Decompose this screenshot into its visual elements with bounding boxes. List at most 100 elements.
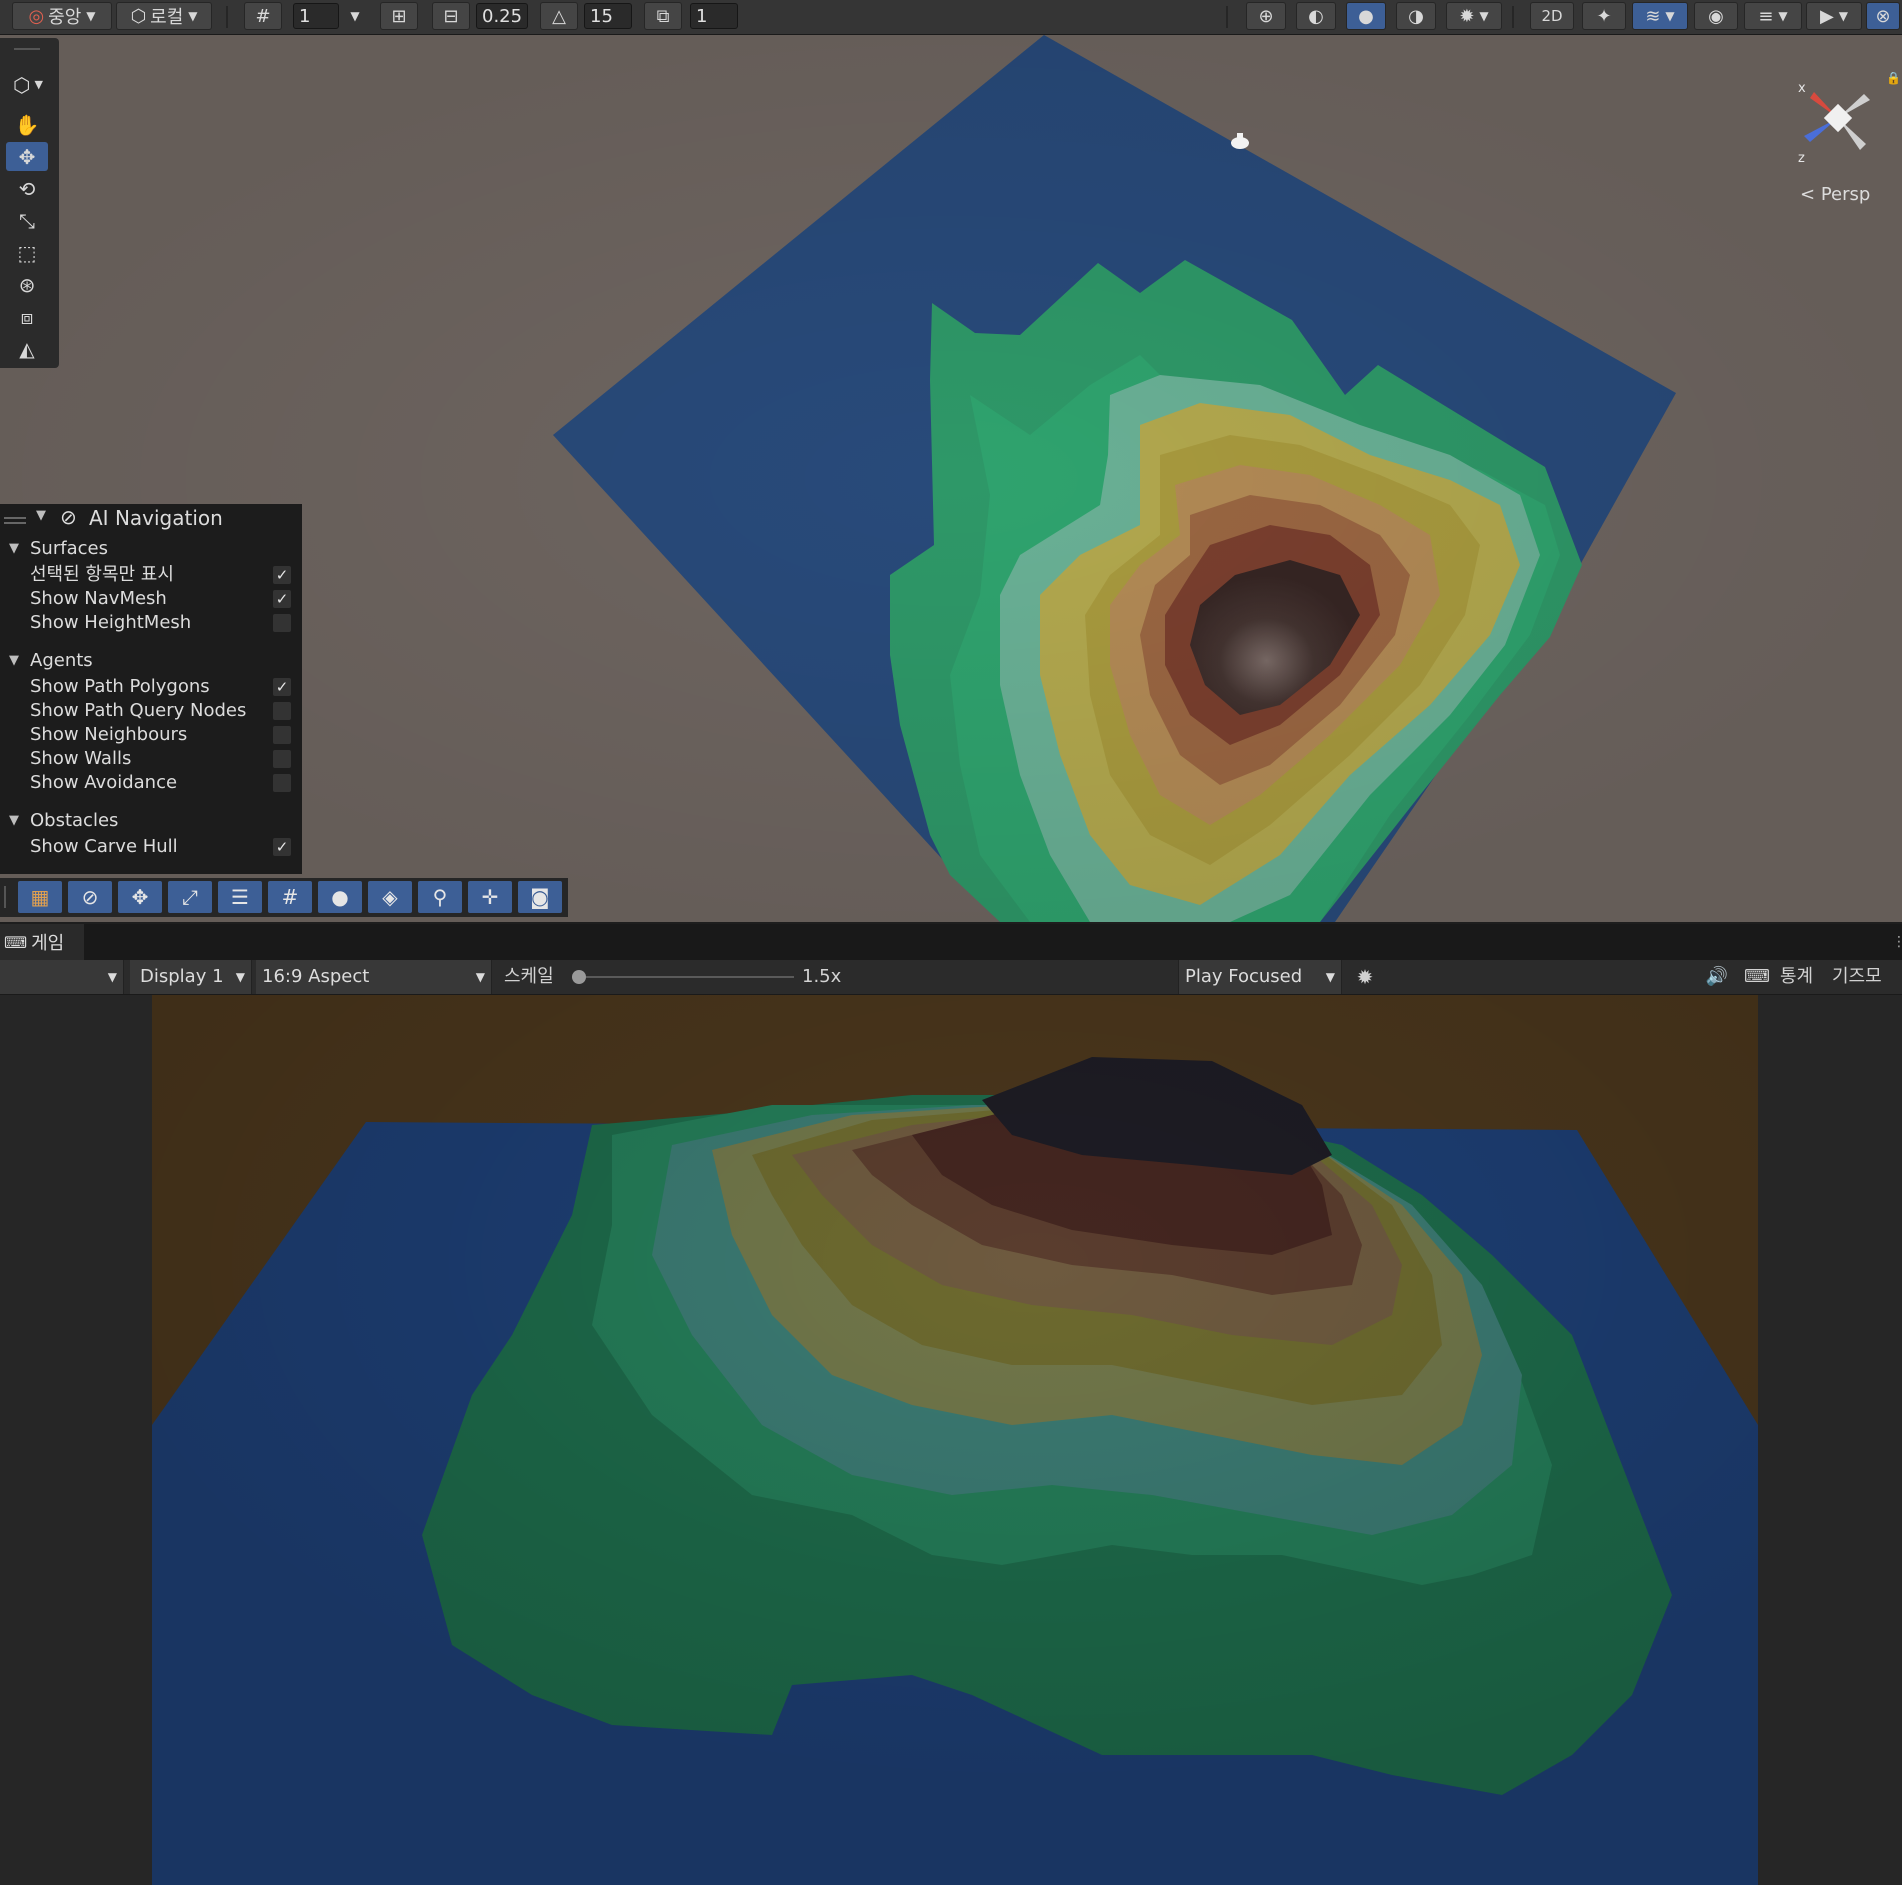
checkbox[interactable]: ✓	[273, 678, 291, 696]
ai-navigation-overlay-button[interactable]: ⊘	[68, 881, 112, 913]
stats-button[interactable]: 통계	[1780, 960, 1813, 994]
camera-dropdown[interactable]: ▶ ▼	[1806, 2, 1862, 30]
space-dropdown[interactable]: ⬡ 로컬 ▼	[116, 2, 212, 30]
scene-effects-dropdown[interactable]: ≋ ▼	[1632, 2, 1688, 30]
custom-tool-button[interactable]: ⧈	[6, 302, 48, 331]
play-mode-dropdown[interactable]: Play Focused ▼	[1178, 960, 1342, 994]
gizmos-button[interactable]: 기즈모	[1832, 960, 1882, 994]
scale-snap-button[interactable]: ⧉	[644, 2, 682, 30]
layers-dropdown[interactable]: ≡ ▼	[1744, 2, 1802, 30]
checkbox[interactable]	[273, 726, 291, 744]
drag-handle[interactable]	[4, 886, 6, 908]
sliders-icon: ☰	[231, 885, 249, 909]
toggle-show-selected-only[interactable]: 선택된 항목만 표시 ✓	[0, 563, 302, 587]
checkbox[interactable]	[273, 614, 291, 632]
search-overlay-button[interactable]: ⚲	[418, 881, 462, 913]
collapse-triangle-icon[interactable]: ▼	[36, 508, 46, 523]
layers-overlay-button[interactable]: ◈	[368, 881, 412, 913]
move-tool-button[interactable]: ✥	[6, 142, 48, 171]
checkbox[interactable]: ✓	[273, 590, 291, 608]
sphere-overlay-button[interactable]: ●	[318, 881, 362, 913]
navmesh-tool-button[interactable]: ◭	[6, 334, 48, 363]
mute-audio-button[interactable]: 🔊	[1700, 960, 1734, 994]
pivot-dropdown[interactable]: ◎ 중앙 ▼	[12, 2, 112, 30]
tab-game[interactable]: ⌨ 게임	[0, 924, 84, 960]
rect-tool-button[interactable]: ⬚	[6, 238, 48, 267]
drag-handle	[4, 522, 26, 524]
projection-toggle[interactable]: < Persp	[1800, 184, 1870, 205]
hand-tool-button[interactable]: ✋	[6, 110, 48, 139]
transform-tool-button[interactable]: ⊛	[6, 270, 48, 299]
game-mode-dropdown[interactable]: ▼	[0, 960, 124, 994]
drag-handle[interactable]	[4, 517, 26, 519]
pivot-icon: ✛	[481, 885, 499, 909]
shaded-wireframe-icon: ◐	[1308, 5, 1324, 27]
pivot-overlay-button[interactable]: ✛	[468, 881, 512, 913]
scale-slider-thumb[interactable]	[572, 970, 586, 984]
aspect-dropdown[interactable]: 16:9 Aspect ▼	[256, 960, 492, 994]
scale-slider[interactable]	[572, 970, 794, 984]
toggle-show-heightmesh[interactable]: Show HeightMesh	[0, 611, 302, 635]
scale-icon: ⤢	[182, 885, 198, 909]
settings-overlay-button[interactable]: ☰	[218, 881, 262, 913]
scale-snap-field[interactable]: 1	[690, 3, 738, 29]
debug-button[interactable]: ✹	[1348, 960, 1382, 994]
gizmos-button[interactable]: ⊗	[1866, 2, 1900, 30]
snap-increment-field[interactable]: 0.25	[476, 3, 528, 29]
view-options-dropdown[interactable]: ⬡ ▼	[4, 70, 52, 99]
visibility-toggle-button[interactable]: ◉	[1694, 2, 1738, 30]
toggle-show-path-polygons[interactable]: Show Path Polygons ✓	[0, 675, 302, 699]
checkbox[interactable]	[273, 702, 291, 720]
shaded-button[interactable]: ●	[1346, 2, 1386, 30]
scale-tool-button[interactable]: ⤡	[6, 206, 48, 235]
wireframe-shading-button[interactable]: ⊕	[1246, 2, 1286, 30]
lighting-toggle-button[interactable]: ✦	[1582, 2, 1626, 30]
move-overlay-button[interactable]: ✥	[118, 881, 162, 913]
rotate-snap-field[interactable]: 15	[584, 3, 632, 29]
checkbox[interactable]: ✓	[273, 838, 291, 856]
grid-overlay-button[interactable]: #	[268, 881, 312, 913]
section-agents[interactable]: ▼ Agents	[0, 648, 302, 674]
debug-draw-dropdown[interactable]: ✹ ▼	[1446, 2, 1502, 30]
drag-handle[interactable]	[14, 48, 40, 50]
toggle-show-path-query-nodes[interactable]: Show Path Query Nodes	[0, 699, 302, 723]
gizmo-z-label: z	[1798, 151, 1805, 166]
snap-grid-icon: ⊞	[391, 5, 407, 27]
toggle-show-walls[interactable]: Show Walls	[0, 747, 302, 771]
rotate-snap-button[interactable]: △	[540, 2, 578, 30]
shortcuts-button[interactable]: ⌨	[1740, 960, 1774, 994]
grid-snap-button[interactable]: #	[244, 2, 282, 30]
orientation-gizmo[interactable]: x z 🔒 < Persp	[1780, 70, 1901, 210]
shaded-wireframe-button[interactable]: ◐	[1296, 2, 1336, 30]
checkbox[interactable]	[273, 774, 291, 792]
toggle-show-navmesh[interactable]: Show NavMesh ✓	[0, 587, 302, 611]
checkbox[interactable]: ✓	[273, 566, 291, 584]
expand-triangle-icon: ▼	[9, 813, 19, 828]
game-view-area[interactable]	[0, 995, 1902, 1885]
chevron-left-icon: <	[1800, 184, 1816, 205]
rotate-tool-button[interactable]: ⟲	[6, 174, 48, 203]
section-obstacles[interactable]: ▼ Obstacles	[0, 808, 302, 834]
toggle-show-avoidance[interactable]: Show Avoidance	[0, 771, 302, 795]
section-surfaces[interactable]: ▼ Surfaces	[0, 536, 302, 562]
toggle-label: Show HeightMesh	[30, 612, 192, 633]
grid-dropdown[interactable]: ▼	[341, 2, 369, 30]
overlay-header[interactable]: ▼ ⊘ AI Navigation	[0, 504, 302, 534]
grid-size-field[interactable]: 1	[293, 3, 339, 29]
lock-icon[interactable]: 🔒	[1886, 71, 1901, 85]
unlit-button[interactable]: ◑	[1396, 2, 1436, 30]
overlay-toolbar: ▦ ⊘ ✥ ⤢ ☰ # ● ◈ ⚲ ✛ ◙	[0, 878, 568, 917]
cube-icon: ⬡	[130, 5, 147, 27]
camera-overlay-button[interactable]: ◙	[518, 881, 562, 913]
display-dropdown[interactable]: Display 1 ▼	[130, 960, 252, 994]
tiles-overlay-button[interactable]: ▦	[18, 881, 62, 913]
scale-overlay-button[interactable]: ⤢	[168, 881, 212, 913]
2d-toggle-button[interactable]: 2D	[1530, 2, 1574, 30]
toggle-show-carve-hull[interactable]: Show Carve Hull ✓	[0, 835, 302, 859]
increment-snap-button[interactable]: ⊟	[432, 2, 470, 30]
checkbox[interactable]	[273, 750, 291, 768]
move-icon: ✥	[18, 144, 36, 169]
toggle-show-neighbours[interactable]: Show Neighbours	[0, 723, 302, 747]
more-options-icon[interactable]: ⋮	[1892, 934, 1902, 950]
snap-toggle-button[interactable]: ⊞	[380, 2, 418, 30]
